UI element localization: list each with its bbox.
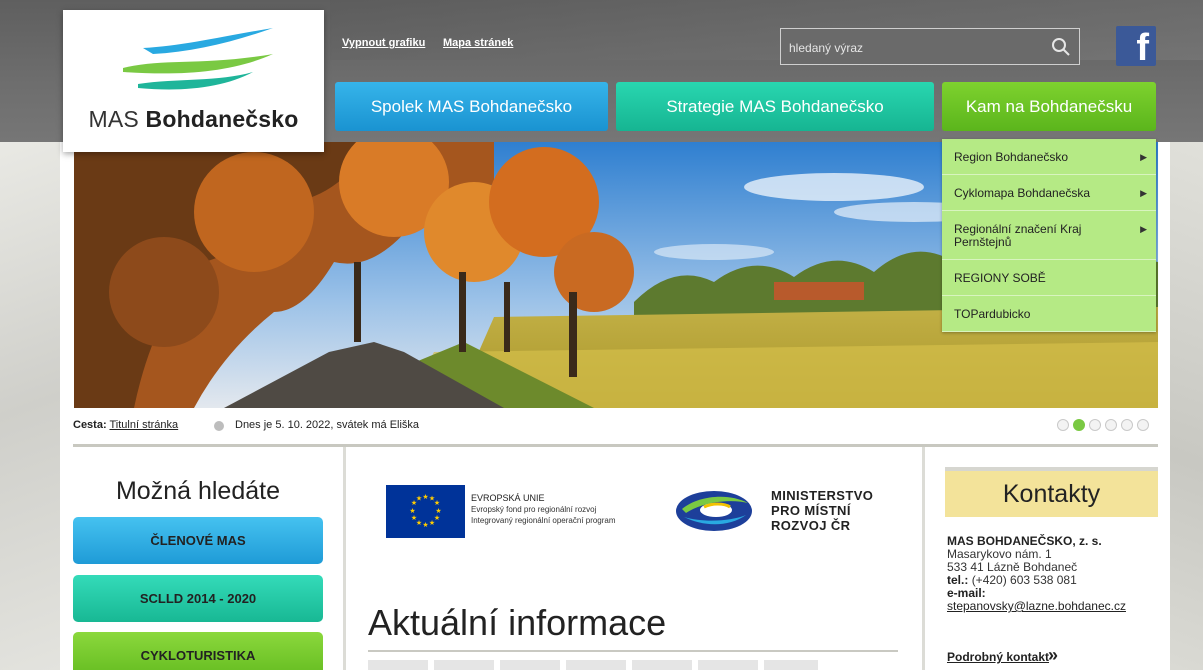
- svg-text:★: ★: [416, 495, 422, 503]
- nav-spolek[interactable]: Spolek MAS Bohdanečsko: [335, 82, 608, 131]
- submenu-arrow-icon: ▶: [1140, 152, 1147, 162]
- more-contact-link[interactable]: Podrobný kontakt: [947, 650, 1049, 664]
- svg-text:★: ★: [409, 507, 415, 515]
- mmr-line1: MINISTERSTVO: [771, 488, 874, 503]
- slider-pagination: [1057, 419, 1149, 431]
- submenu-arrow-icon: ▶: [1140, 224, 1147, 234]
- breadcrumb-home-link[interactable]: Titulní stránka: [109, 419, 178, 431]
- svg-text:★: ★: [422, 493, 428, 501]
- svg-text:★: ★: [411, 514, 417, 522]
- dropdown-item-cyklomapa[interactable]: Cyklomapa Bohdanečska ▶: [942, 175, 1156, 211]
- dropdown-item-label: Cyklomapa Bohdanečska: [954, 186, 1091, 200]
- news-text-cut-off: [368, 660, 818, 670]
- search-icon[interactable]: [1051, 37, 1071, 57]
- slider-dot[interactable]: [1121, 419, 1133, 431]
- slider-dot-active[interactable]: [1073, 419, 1085, 431]
- column-divider: [922, 447, 925, 670]
- dropdown-item-topardubicko[interactable]: TOPardubicko: [942, 296, 1156, 332]
- disable-graphics-link[interactable]: Vypnout grafiku: [342, 37, 425, 49]
- eu-title: EVROPSKÁ UNIE: [471, 493, 545, 503]
- left-column-title: Možná hledáte: [115, 477, 280, 505]
- logo-text: MAS Bohdanečsko: [63, 106, 324, 133]
- contacts-heading: Kontakty: [945, 471, 1158, 517]
- clenove-mas-button[interactable]: ČLENOVÉ MAS: [73, 517, 323, 564]
- logo-waves-icon: [123, 28, 273, 90]
- contacts-block: MAS BOHDANEČSKO, z. s. Masarykovo nám. 1…: [947, 535, 1126, 613]
- date-text: Dnes je 5. 10. 2022, svátek má Eliška: [235, 419, 420, 431]
- mmr-line3: ROZVOJ ČR: [771, 518, 851, 533]
- search-box: [780, 28, 1080, 65]
- separator-dot-icon: [214, 421, 224, 431]
- mmr-line2: PRO MÍSTNÍ: [771, 503, 851, 518]
- logo-prefix: MAS: [88, 106, 139, 132]
- divider: [73, 444, 1158, 447]
- site-logo[interactable]: MAS Bohdanečsko: [63, 10, 324, 152]
- eu-flag-icon[interactable]: ★ ★★ ★★★ ★★★ ★★★: [386, 485, 465, 538]
- tel-label: tel.:: [947, 573, 969, 587]
- heading-underline: [368, 650, 898, 652]
- slider-dot[interactable]: [1057, 419, 1069, 431]
- mmr-logo-icon[interactable]: [674, 487, 754, 535]
- dropdown-item-label: Region Bohdanečsko: [954, 150, 1069, 164]
- dropdown-item-label: Regionální značení Kraj Pernštejnů: [954, 222, 1082, 249]
- email-link[interactable]: stepanovsky@lazne.bohdanec.cz: [947, 599, 1126, 613]
- dropdown-item-regiony-sobe[interactable]: REGIONY SOBĚ: [942, 260, 1156, 296]
- eu-line2: Integrovaný regionální operační program: [471, 516, 616, 525]
- nav-kam-na-bohdanecsku[interactable]: Kam na Bohdanečsku: [942, 82, 1156, 131]
- search-input[interactable]: [789, 38, 1039, 58]
- sclld-button[interactable]: SCLLD 2014 - 2020: [73, 575, 323, 622]
- page-left-decoration: [0, 142, 60, 670]
- logo-name: Bohdanečsko: [145, 106, 299, 132]
- svg-text:★: ★: [434, 499, 440, 507]
- eu-caption: EVROPSKÁ UNIE Evropský fond pro regionál…: [471, 493, 616, 526]
- breadcrumb: Cesta: Titulní stránka: [73, 419, 178, 431]
- dropdown-item-region[interactable]: Region Bohdanečsko ▶: [942, 139, 1156, 175]
- kam-dropdown-menu: Region Bohdanečsko ▶ Cyklomapa Bohdanečsk…: [942, 139, 1156, 332]
- news-heading: Aktuální informace: [368, 602, 667, 643]
- double-chevron-right-icon[interactable]: »: [1048, 645, 1058, 666]
- cykloturistika-button[interactable]: CYKLOTURISTIKA: [73, 632, 323, 670]
- breadcrumb-label: Cesta:: [73, 419, 107, 431]
- mmr-caption: MINISTERSTVO PRO MÍSTNÍ ROZVOJ ČR: [771, 488, 873, 533]
- nav-strategie[interactable]: Strategie MAS Bohdanečsko: [616, 82, 934, 131]
- tel-value: (+420) 603 538 081: [971, 573, 1077, 587]
- column-divider: [343, 447, 346, 670]
- eu-line1: Evropský fond pro regionální rozvoj: [471, 505, 597, 514]
- svg-text:★: ★: [429, 519, 435, 527]
- page-right-decoration: [1170, 142, 1203, 670]
- facebook-icon[interactable]: f: [1116, 26, 1156, 69]
- submenu-arrow-icon: ▶: [1140, 188, 1147, 198]
- slider-dot[interactable]: [1105, 419, 1117, 431]
- slider-dot[interactable]: [1089, 419, 1101, 431]
- svg-text:★: ★: [422, 521, 428, 529]
- sitemap-link[interactable]: Mapa stránek: [443, 37, 513, 49]
- dropdown-item-label: TOPardubicko: [954, 307, 1031, 321]
- dropdown-item-znaceni[interactable]: Regionální značení Kraj Pernštejnů ▶: [942, 211, 1156, 260]
- dropdown-item-label: REGIONY SOBĚ: [954, 271, 1046, 285]
- slider-dot[interactable]: [1137, 419, 1149, 431]
